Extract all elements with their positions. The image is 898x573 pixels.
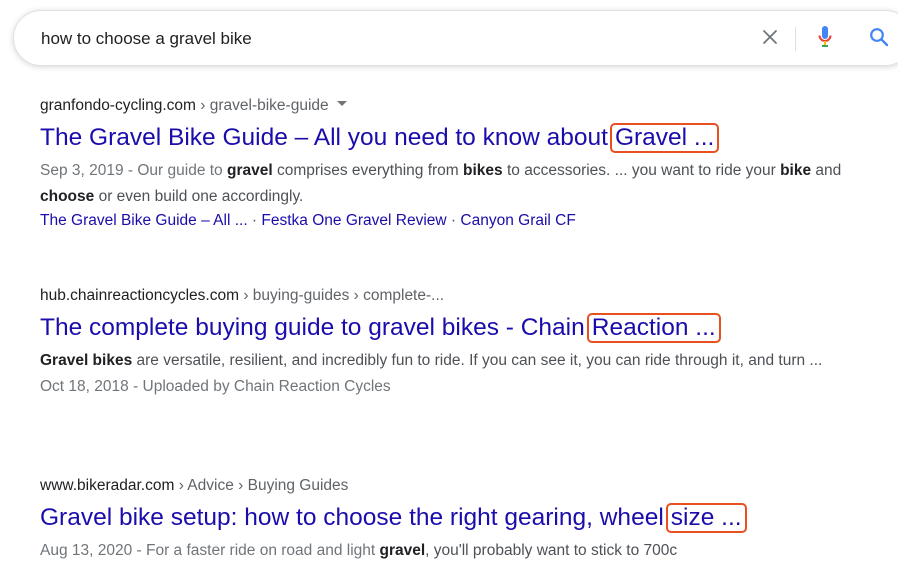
snippet-text: are versatile, resilient, and incredibly… (132, 352, 823, 369)
microphone-icon (817, 25, 833, 54)
title-highlight-box: size ... (665, 503, 747, 533)
sitelink-separator: · (446, 212, 461, 229)
snippet-text: or even build one accordingly. (94, 188, 304, 205)
result-breadcrumb: granfondo-cycling.com › gravel-bike-guid… (40, 96, 860, 116)
result-title: The complete buying guide to gravel bike… (40, 314, 585, 341)
snippet-keyword: bikes (463, 162, 503, 179)
snippet-text: to accessories. ... you want to ride you… (502, 162, 781, 179)
search-icon (869, 27, 889, 52)
snippet-text: , you'll probably want to stick to 700c (425, 542, 678, 559)
result-title-link[interactable]: The complete buying guide to gravel bike… (40, 312, 860, 344)
result-breadcrumb: hub.chainreactioncycles.com › buying-gui… (40, 286, 860, 306)
result-snippet: Aug 13, 2020 - For a faster ride on road… (40, 538, 860, 564)
result-path: › gravel-bike-guide (195, 97, 329, 114)
result-title-link[interactable]: The Gravel Bike Guide – All you need to … (40, 122, 860, 154)
snippet-keyword: Gravel bikes (40, 352, 133, 369)
result-path: › Advice › Buying Guides (174, 477, 349, 494)
snippet-text: Sep 3, 2019 - Our guide to (40, 162, 227, 179)
snippet-text: comprises everything from (272, 162, 464, 179)
snippet-keyword: gravel (379, 542, 426, 559)
result-sitelinks: The Gravel Bike Guide – All ... · Festka… (40, 210, 860, 232)
clear-search-button[interactable] (756, 25, 784, 53)
result-path: › buying-guides › complete-... (239, 287, 445, 304)
result-title: Gravel bike setup: how to choose the rig… (40, 504, 664, 531)
search-result: hub.chainreactioncycles.com › buying-gui… (40, 286, 860, 400)
sitelink[interactable]: Festka One Gravel Review (261, 212, 446, 229)
snippet-text: and (811, 162, 842, 179)
search-result: granfondo-cycling.com › gravel-bike-guid… (40, 96, 860, 232)
result-domain: hub.chainreactioncycles.com (40, 287, 240, 304)
search-input[interactable] (41, 25, 721, 53)
result-snippet: Sep 3, 2019 - Our guide to gravel compri… (40, 158, 860, 210)
snippet-keyword: gravel (226, 162, 273, 179)
snippet-text: Aug 13, 2020 - For a faster ride on road… (40, 542, 380, 559)
result-title-link[interactable]: Gravel bike setup: how to choose the rig… (40, 502, 860, 534)
title-highlight-box: Gravel ... (609, 123, 720, 153)
result-breadcrumb: www.bikeradar.com › Advice › Buying Guid… (40, 476, 860, 496)
search-result: www.bikeradar.com › Advice › Buying Guid… (40, 476, 860, 564)
result-snippet: Gravel bikes are versatile, resilient, a… (40, 348, 860, 374)
snippet-keyword: bike (780, 162, 812, 179)
result-domain: granfondo-cycling.com (40, 97, 196, 114)
result-meta: Oct 18, 2018 - Uploaded by Chain Reactio… (40, 378, 391, 395)
voice-search-button[interactable] (811, 24, 839, 54)
chevron-down-icon[interactable] (336, 101, 347, 107)
result-domain: www.bikeradar.com (40, 477, 175, 494)
sitelink[interactable]: The Gravel Bike Guide – All ... (40, 212, 248, 229)
snippet-keyword: choose (40, 188, 95, 205)
title-highlight-box: Reaction ... (586, 313, 721, 343)
search-button[interactable] (865, 25, 893, 53)
search-bar-divider (795, 27, 796, 51)
sitelink-separator: · (247, 212, 262, 229)
result-title: The Gravel Bike Guide – All you need to … (40, 124, 608, 151)
close-icon (762, 29, 778, 50)
search-bar (13, 10, 898, 66)
sitelink[interactable]: Canyon Grail CF (460, 212, 575, 229)
